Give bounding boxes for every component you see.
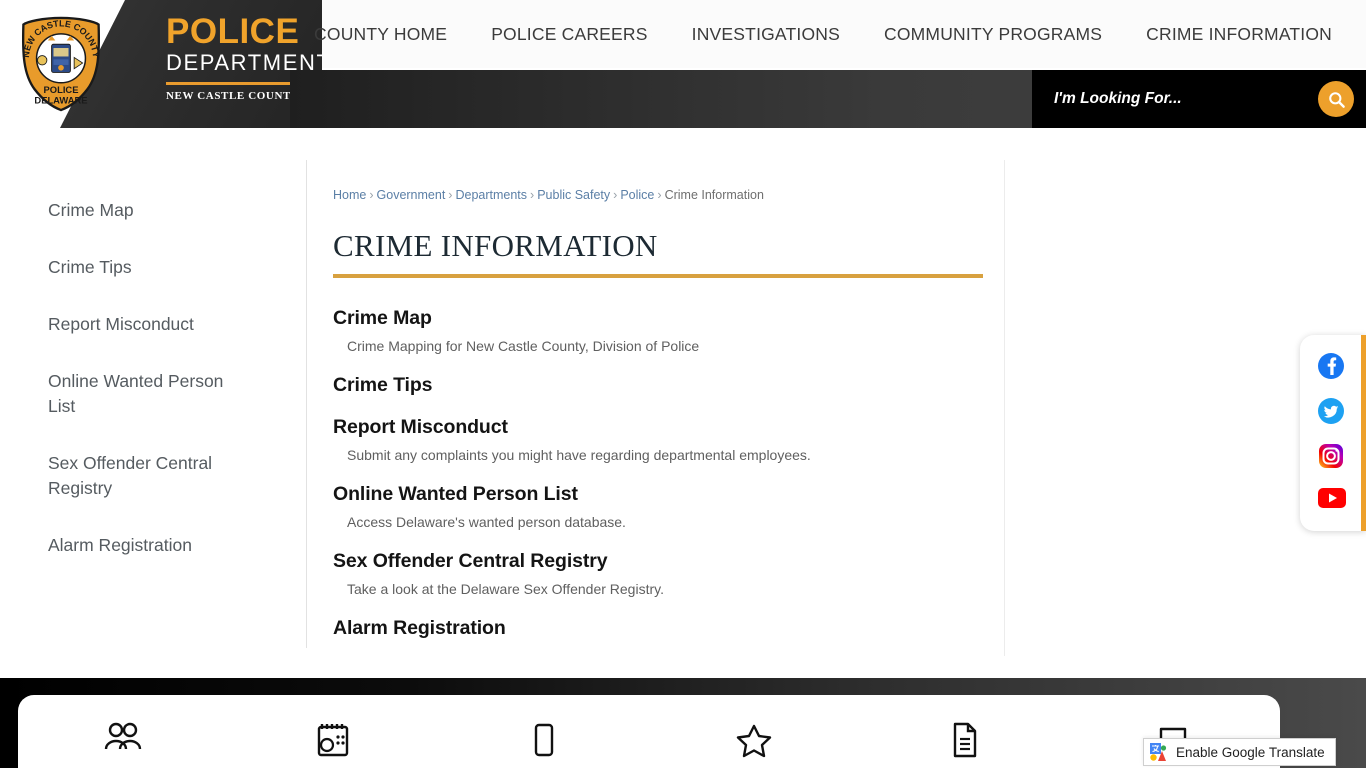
sidebar-item-online-wanted-person-list[interactable]: Online Wanted Person List [48, 369, 248, 419]
entry-desc-sex-offender-central-registry: Take a look at the Delaware Sex Offender… [347, 581, 664, 597]
content-entry: Sex Offender Central Registry Take a loo… [333, 547, 978, 600]
svg-text:DELAWARE: DELAWARE [34, 94, 87, 105]
content-entry: Crime Tips [333, 371, 978, 399]
footer-icon-documents[interactable] [904, 719, 1024, 763]
entry-link-crime-tips[interactable]: Crime Tips [333, 374, 433, 396]
nav-item-community-programs[interactable]: COMMUNITY PROGRAMS [862, 24, 1124, 45]
star-icon [736, 724, 772, 758]
footer-icon-mobile[interactable] [484, 719, 604, 763]
facebook-icon [1317, 352, 1344, 379]
search-strip [290, 70, 1366, 128]
breadcrumb-separator: › [613, 188, 618, 202]
social-media-rail [1300, 335, 1366, 531]
nav-item-crime-information[interactable]: CRIME INFORMATION [1124, 24, 1354, 45]
entry-desc-crime-map: Crime Mapping for New Castle County, Div… [347, 338, 700, 354]
breadcrumb-current: Crime Information [664, 188, 764, 202]
calendar-icon [318, 724, 349, 757]
twitter-link[interactable] [1317, 397, 1344, 424]
search-icon [1328, 91, 1345, 108]
entry-title-report-misconduct: Report Misconduct [333, 413, 978, 441]
breadcrumb-separator: › [530, 188, 535, 202]
breadcrumb: Home › Government › Departments › Public Safet… [333, 188, 978, 202]
nav-item-investigations[interactable]: INVESTIGATIONS [670, 24, 862, 45]
breadcrumb-government[interactable]: Government [377, 188, 446, 202]
content-entry: Crime Map Crime Mapping for New Castle C… [333, 304, 978, 357]
people-icon [104, 722, 142, 750]
entry-title-crime-tips: Crime Tips [333, 371, 978, 399]
instagram-link[interactable] [1318, 443, 1344, 469]
twitter-icon [1317, 397, 1344, 424]
sidebar-item-report-misconduct[interactable]: Report Misconduct [48, 312, 248, 337]
sidebar-item-crime-map[interactable]: Crime Map [48, 198, 248, 223]
svg-text:POLICE: POLICE [44, 84, 79, 95]
footer-icon-jobs[interactable] [63, 719, 183, 763]
search-input[interactable] [1032, 90, 1292, 108]
entry-link-online-wanted-person-list[interactable]: Online Wanted Person List [333, 483, 578, 505]
document-icon [954, 722, 977, 758]
breadcrumb-public-safety[interactable]: Public Safety [537, 188, 610, 202]
page-title: CRIME INFORMATION [333, 228, 658, 263]
breadcrumb-separator: › [657, 188, 662, 202]
content-entry: Report Misconduct Submit any complaints … [333, 413, 978, 466]
entry-desc-online-wanted-person-list: Access Delaware's wanted person database… [347, 514, 626, 530]
content-entry: Alarm Registration [333, 614, 978, 642]
brand-divider [166, 82, 306, 85]
entry-link-sex-offender-central-registry[interactable]: Sex Offender Central Registry [333, 550, 608, 572]
youtube-icon [1317, 487, 1346, 508]
breadcrumb-home[interactable]: Home [333, 188, 366, 202]
site-header: POLICE DEPARTMENT NEW CASTLE COUNTY | DE… [0, 0, 1366, 130]
main-content: Home › Government › Departments › Public Safet… [307, 160, 1005, 656]
title-underline [333, 274, 983, 278]
breadcrumb-separator: › [448, 188, 453, 202]
entry-title-alarm-registration: Alarm Registration [333, 614, 978, 642]
sidebar-item-sex-offender-central-registry[interactable]: Sex Offender Central Registry [48, 451, 248, 501]
breadcrumb-police[interactable]: Police [620, 188, 654, 202]
instagram-icon [1318, 443, 1343, 468]
translate-label: Enable Google Translate [1176, 744, 1325, 760]
primary-navigation: COUNTY HOME POLICE CAREERS INVESTIGATION… [314, 0, 1366, 68]
enable-google-translate-bar[interactable]: Enable Google Translate [1143, 738, 1336, 766]
phone-icon [534, 723, 554, 757]
nav-item-county-home[interactable]: COUNTY HOME [292, 24, 469, 45]
entry-title-sex-offender-central-registry: Sex Offender Central Registry [333, 547, 978, 575]
breadcrumb-separator: › [369, 188, 374, 202]
youtube-link[interactable] [1317, 487, 1346, 514]
police-badge-logo[interactable]: NEW CASTLE COUNTY POLICE DELAWARE [14, 16, 108, 112]
search-button[interactable] [1318, 81, 1354, 117]
breadcrumb-departments[interactable]: Departments [455, 188, 527, 202]
entry-desc-report-misconduct: Submit any complaints you might have reg… [347, 447, 811, 463]
content-entry: Online Wanted Person List Access Delawar… [333, 480, 978, 533]
google-translate-icon [1150, 743, 1167, 761]
nav-item-police-careers[interactable]: POLICE CAREERS [469, 24, 669, 45]
entry-title-crime-map: Crime Map [333, 304, 978, 332]
sidebar-navigation: Crime Map Crime Tips Report Misconduct O… [0, 160, 307, 648]
sidebar-item-crime-tips[interactable]: Crime Tips [48, 255, 248, 280]
sidebar-item-alarm-registration[interactable]: Alarm Registration [48, 533, 248, 558]
entry-link-crime-map[interactable]: Crime Map [333, 307, 432, 329]
entry-title-online-wanted-person-list: Online Wanted Person List [333, 480, 978, 508]
page-body: Crime Map Crime Tips Report Misconduct O… [0, 130, 1366, 768]
entry-link-report-misconduct[interactable]: Report Misconduct [333, 416, 508, 438]
footer-icon-calendar[interactable] [273, 719, 393, 763]
footer-quick-links [18, 695, 1280, 768]
facebook-link[interactable] [1317, 352, 1344, 379]
entry-link-alarm-registration[interactable]: Alarm Registration [333, 617, 506, 639]
footer-icon-favorites[interactable] [694, 719, 814, 763]
search-field [1032, 70, 1366, 128]
